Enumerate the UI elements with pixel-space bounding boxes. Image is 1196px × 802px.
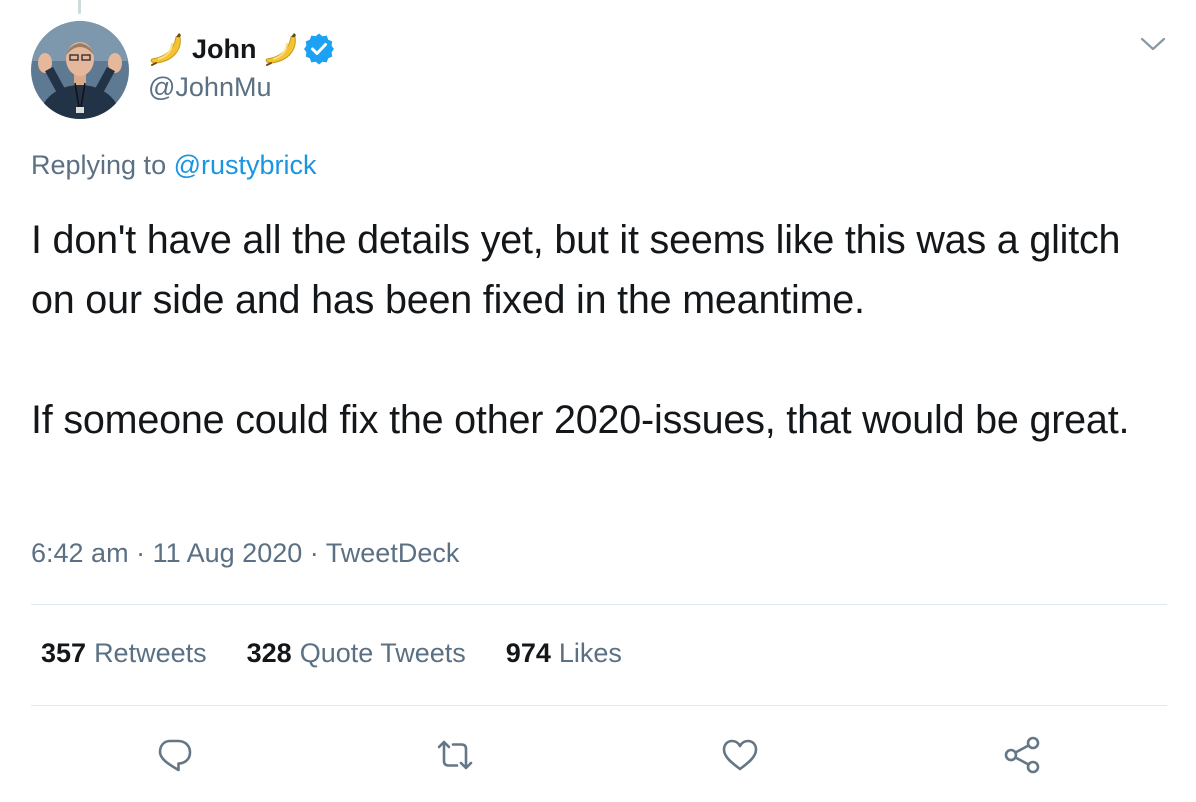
- avatar[interactable]: [31, 21, 129, 119]
- tweet-time[interactable]: 6:42 am: [31, 538, 129, 568]
- retweets-stat[interactable]: 357 Retweets: [41, 638, 207, 669]
- like-icon[interactable]: [718, 733, 762, 777]
- quote-tweets-count: 328: [246, 638, 292, 668]
- tweet-date[interactable]: 11 Aug 2020: [153, 538, 303, 568]
- tweet-text: I don't have all the details yet, but it…: [31, 210, 1171, 450]
- author-handle[interactable]: @JohnMu: [148, 72, 271, 103]
- retweets-label: Retweets: [94, 638, 207, 668]
- share-icon[interactable]: [1000, 733, 1044, 777]
- divider: [31, 604, 1167, 605]
- author-name-row[interactable]: John: [146, 28, 335, 70]
- quote-tweets-label: Quote Tweets: [299, 638, 466, 668]
- likes-stat[interactable]: 974 Likes: [506, 638, 622, 669]
- replying-to: Replying to @rustybrick: [31, 150, 317, 181]
- reply-mention-link[interactable]: @rustybrick: [174, 150, 317, 180]
- tweet-metadata: 6:42 am · 11 Aug 2020 · TweetDeck: [31, 538, 459, 569]
- tweet-paragraph: I don't have all the details yet, but it…: [31, 218, 1121, 322]
- tweet-paragraph: If someone could fix the other 2020-issu…: [31, 398, 1130, 442]
- retweet-icon[interactable]: [433, 733, 477, 777]
- engagement-stats: 357 Retweets 328 Quote Tweets 974 Likes: [41, 638, 662, 669]
- meta-separator: ·: [309, 538, 319, 568]
- verified-badge-icon: [303, 33, 335, 65]
- likes-count: 974: [505, 638, 551, 668]
- thread-connector-line: [78, 0, 81, 14]
- retweets-count: 357: [41, 638, 87, 668]
- reply-icon[interactable]: [152, 733, 196, 777]
- banana-icon: [261, 29, 301, 69]
- avatar-photo: [31, 21, 129, 119]
- chevron-down-icon[interactable]: [1138, 32, 1168, 56]
- tweet-source-link[interactable]: TweetDeck: [326, 538, 460, 568]
- banana-icon: [146, 29, 186, 69]
- quote-tweets-stat[interactable]: 328 Quote Tweets: [247, 638, 466, 669]
- meta-separator: ·: [136, 538, 146, 568]
- divider: [31, 705, 1167, 706]
- replying-to-label: Replying to: [31, 150, 167, 180]
- author-display-name: John: [192, 33, 257, 64]
- likes-label: Likes: [558, 638, 622, 668]
